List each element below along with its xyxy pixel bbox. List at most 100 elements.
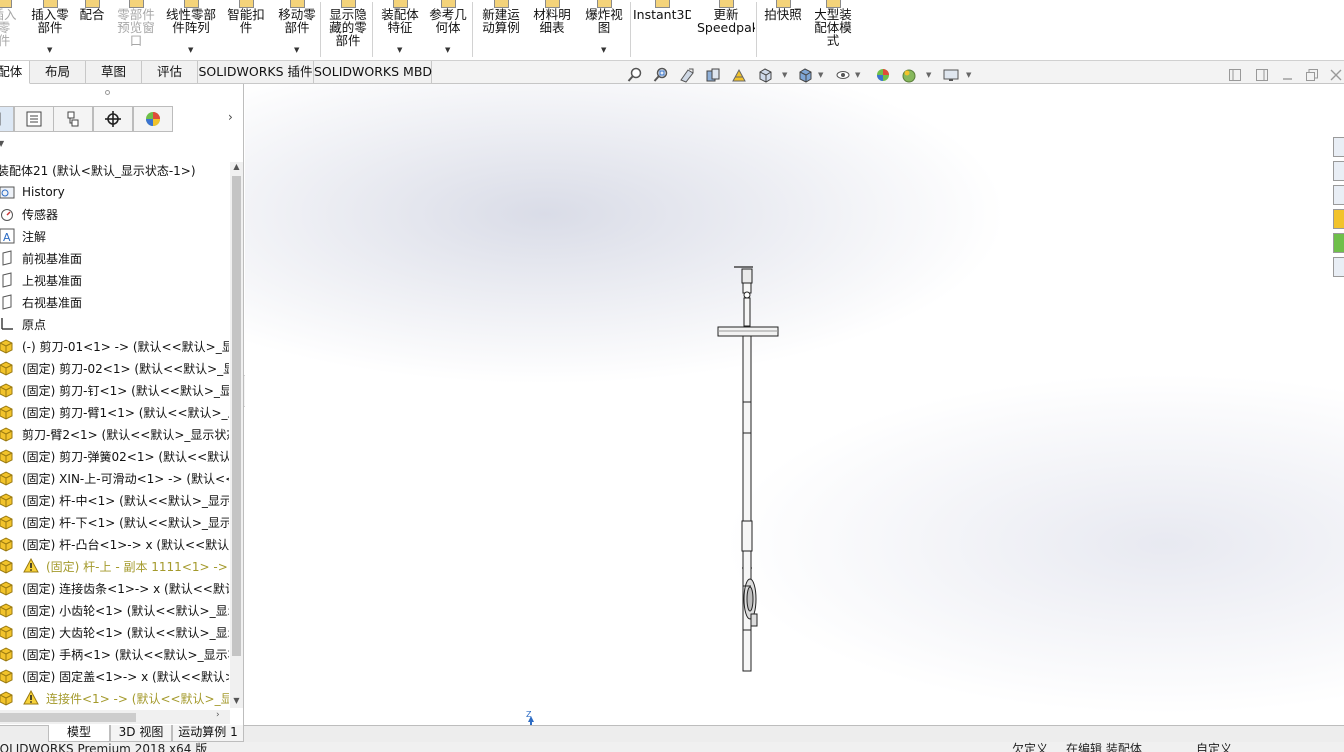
graphics-area[interactable]: Z X: [245, 84, 1344, 725]
scroll-up-icon[interactable]: ▲: [231, 162, 242, 174]
tree-item[interactable]: (固定) 杆-中<1> (默认<<默认>_显示状态-1: [0, 489, 229, 511]
configuration-manager-tab[interactable]: [53, 106, 93, 132]
ribbon-button-0[interactable]: 插入零件: [0, 0, 22, 60]
ribbon-button-11[interactable]: 材料明 细表: [527, 0, 577, 60]
ribbon-button-8[interactable]: 装配体 特征 ▼: [376, 0, 424, 60]
tree-item[interactable]: (固定) 剪刀-02<1> (默认<<默认>_显示状态: [0, 357, 229, 379]
scroll-thumb[interactable]: [232, 176, 241, 656]
tree-item[interactable]: (固定) 杆-凸台<1>-> x (默认<<默认>_显示: [0, 533, 229, 555]
tree-item[interactable]: 前视基准面: [0, 247, 229, 269]
view-orientation-dropdown-icon[interactable]: ▼: [782, 71, 787, 79]
scroll-down-icon[interactable]: ▼: [231, 696, 242, 708]
display-style-icon[interactable]: [796, 66, 813, 83]
zoom-to-fit-icon[interactable]: [626, 66, 643, 83]
hide-show-items-icon[interactable]: [834, 66, 851, 83]
bottom-tab-0[interactable]: 模型: [48, 725, 110, 742]
file-explorer-icon[interactable]: [1333, 185, 1344, 205]
tree-item[interactable]: 右视基准面: [0, 291, 229, 313]
feature-tree-horizontal-scrollbar[interactable]: ›: [0, 710, 230, 724]
tree-item[interactable]: (固定) 连接齿条<1>-> x (默认<<默认>_显示: [0, 577, 229, 599]
ribbon-button-3[interactable]: 零部件 预览窗口: [110, 0, 162, 60]
ribbon-button-10[interactable]: 新建运 动算例: [476, 0, 526, 60]
appearances-icon[interactable]: [1333, 233, 1344, 253]
section-view-icon[interactable]: [704, 66, 721, 83]
tree-item[interactable]: (固定) 杆-下<1> (默认<<默认>_显示状态-1: [0, 511, 229, 533]
assembly-model[interactable]: [245, 84, 1344, 725]
tree-item[interactable]: (-) 剪刀-01<1> -> (默认<<默认>_显示状态: [0, 335, 229, 357]
tree-item[interactable]: (固定) 手柄<1> (默认<<默认>_显示状态-1>): [0, 643, 229, 665]
tree-item[interactable]: (固定) 剪刀-臂1<1> (默认<<默认>_显示状态: [0, 401, 229, 423]
scroll-right-icon[interactable]: ›: [216, 710, 220, 720]
command-tab-3[interactable]: 评估: [142, 61, 198, 84]
tree-item[interactable]: (固定) 固定盖<1>-> x (默认<<默认>_显示状: [0, 665, 229, 687]
ribbon-button-7[interactable]: 显示隐 藏的零 部件: [324, 0, 372, 60]
ribbon-button-12[interactable]: 爆炸视图 ▼: [580, 0, 628, 60]
command-tab-2[interactable]: 草图: [86, 61, 142, 84]
tree-item[interactable]: (固定) 小齿轮<1> (默认<<默认>_显示状态-1: [0, 599, 229, 621]
ribbon-button-2[interactable]: 配合: [74, 0, 110, 60]
view-settings-icon[interactable]: [942, 66, 959, 83]
status-units[interactable]: 自定义: [1196, 743, 1232, 752]
assembly-root-node[interactable]: 装配体21 (默认<默认_显示状态-1>): [0, 162, 196, 179]
apply-scene-icon[interactable]: [900, 66, 917, 83]
tile-right-icon[interactable]: [1256, 69, 1268, 85]
command-tab-4[interactable]: SOLIDWORKS 插件: [198, 61, 314, 84]
tree-item[interactable]: 原点: [0, 313, 229, 335]
hide-show-dropdown-icon[interactable]: ▼: [855, 71, 860, 79]
tree-item[interactable]: (固定) 剪刀-弹簧02<1> (默认<<默认>_显示: [0, 445, 229, 467]
view-palette-icon[interactable]: [1333, 209, 1344, 229]
more-tabs-arrow-icon[interactable]: ›: [228, 110, 233, 124]
design-library-icon[interactable]: [1333, 161, 1344, 181]
command-tab-0[interactable]: 装配体: [0, 61, 30, 84]
zoom-to-area-icon[interactable]: [652, 66, 669, 83]
tree-item[interactable]: 连接件<1> -> (默认<<默认>_显示状态-1>: [0, 687, 229, 709]
ribbon-button-16[interactable]: 大型装 配体模式: [807, 0, 859, 60]
dropdown-arrow-icon[interactable]: ▼: [397, 46, 402, 54]
close-icon[interactable]: [1330, 69, 1342, 85]
dropdown-arrow-icon[interactable]: ▼: [294, 46, 299, 54]
view-settings-dropdown-icon[interactable]: ▼: [966, 71, 971, 79]
panel-grip-icon[interactable]: [105, 90, 110, 95]
ribbon-button-5[interactable]: 智能扣件: [223, 0, 269, 60]
display-manager-tab[interactable]: [133, 106, 173, 132]
bottom-tab-1[interactable]: 3D 视图: [110, 725, 172, 742]
tree-item[interactable]: A 注解: [0, 225, 229, 247]
ribbon-button-14[interactable]: 更新 Speedpak: [697, 0, 755, 60]
ribbon-button-15[interactable]: 拍快照: [759, 0, 807, 60]
feature-tree-vertical-scrollbar[interactable]: ▲ ▼: [230, 162, 243, 708]
scene-dropdown-icon[interactable]: ▼: [926, 71, 931, 79]
view-orientation-icon[interactable]: [756, 66, 773, 83]
tree-item[interactable]: (固定) 杆-上 - 副本 1111<1> -> (默认: [0, 555, 229, 577]
dropdown-arrow-icon[interactable]: ▼: [47, 46, 52, 54]
restore-icon[interactable]: [1306, 69, 1318, 85]
tree-item[interactable]: 传感器: [0, 203, 229, 225]
custom-properties-icon[interactable]: [1333, 257, 1344, 277]
dimxpert-manager-tab[interactable]: [93, 106, 133, 132]
ribbon-button-4[interactable]: 线性零部 件阵列 ▼: [160, 0, 222, 60]
property-manager-tab[interactable]: [14, 106, 54, 132]
dynamic-annotation-icon[interactable]: [730, 66, 747, 83]
ribbon-button-13[interactable]: Instant3D: [633, 0, 691, 60]
tree-item[interactable]: (固定) XIN-上-可滑动<1> -> (默认<<默认>: [0, 467, 229, 489]
dropdown-arrow-icon[interactable]: ▼: [601, 46, 606, 54]
tree-item[interactable]: 上视基准面: [0, 269, 229, 291]
display-style-dropdown-icon[interactable]: ▼: [818, 71, 823, 79]
solidworks-resources-icon[interactable]: [1333, 137, 1344, 157]
tree-item[interactable]: (固定) 剪刀-钉<1> (默认<<默认>_显示状态: [0, 379, 229, 401]
tree-item[interactable]: History: [0, 181, 229, 203]
ribbon-button-6[interactable]: 移动零 部件 ▼: [272, 0, 322, 60]
tree-item[interactable]: 剪刀-臂2<1> (默认<<默认>_显示状态-1>: [0, 423, 229, 445]
edit-appearance-icon[interactable]: [874, 66, 891, 83]
command-tab-1[interactable]: 布局: [30, 61, 86, 84]
filter-dropdown-icon[interactable]: ▼: [0, 139, 4, 148]
ribbon-button-1[interactable]: 插入零 部件 ▼: [26, 0, 74, 60]
ribbon-button-9[interactable]: 参考几 何体 ▼: [425, 0, 471, 60]
minimize-icon[interactable]: [1282, 69, 1294, 85]
dropdown-arrow-icon[interactable]: ▼: [188, 46, 193, 54]
dropdown-arrow-icon[interactable]: ▼: [445, 46, 450, 54]
tree-item[interactable]: (固定) 大齿轮<1> (默认<<默认>_显示状态-1: [0, 621, 229, 643]
bottom-tab-2[interactable]: 运动算例 1: [172, 725, 244, 742]
feature-tree-tab[interactable]: [0, 106, 14, 132]
horizontal-scroll-thumb[interactable]: [0, 713, 136, 722]
command-tab-5[interactable]: SOLIDWORKS MBD: [314, 61, 432, 84]
